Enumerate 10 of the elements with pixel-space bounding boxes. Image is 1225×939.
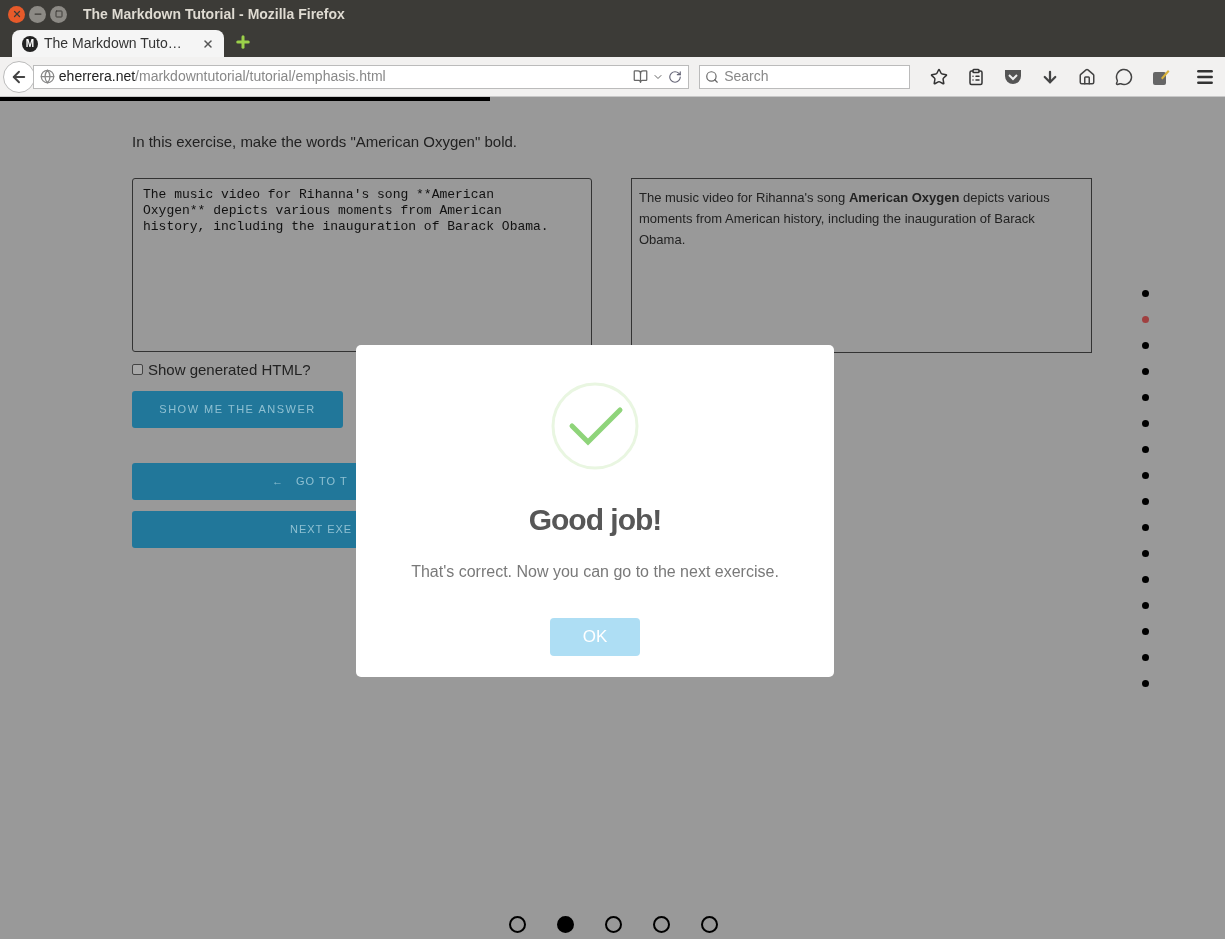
dialog-title: Good job! xyxy=(528,502,662,538)
dialog-message: That's correct. Now you can go to the next exercise. xyxy=(411,562,779,582)
window-title: The Markdown Tutorial - Mozilla Firefox xyxy=(83,4,345,24)
checkbox-label: Show generated HTML? xyxy=(148,359,311,380)
tab-label: The Markdown Tuto… xyxy=(44,34,183,53)
search-placeholder: Search xyxy=(724,67,769,86)
preview-text: The music video for Rihanna's song American Oxygen depicts various moments from American history, including the inauguration of Barack Obama. xyxy=(639,188,1051,249)
url-text: eherrera.net/markdowntutorial/tutorial/emphasis.html xyxy=(58,67,387,86)
exercise-instruction: In this exercise, make the words "American Oxygen" bold. xyxy=(132,132,518,152)
site-favicon: M xyxy=(22,35,38,52)
